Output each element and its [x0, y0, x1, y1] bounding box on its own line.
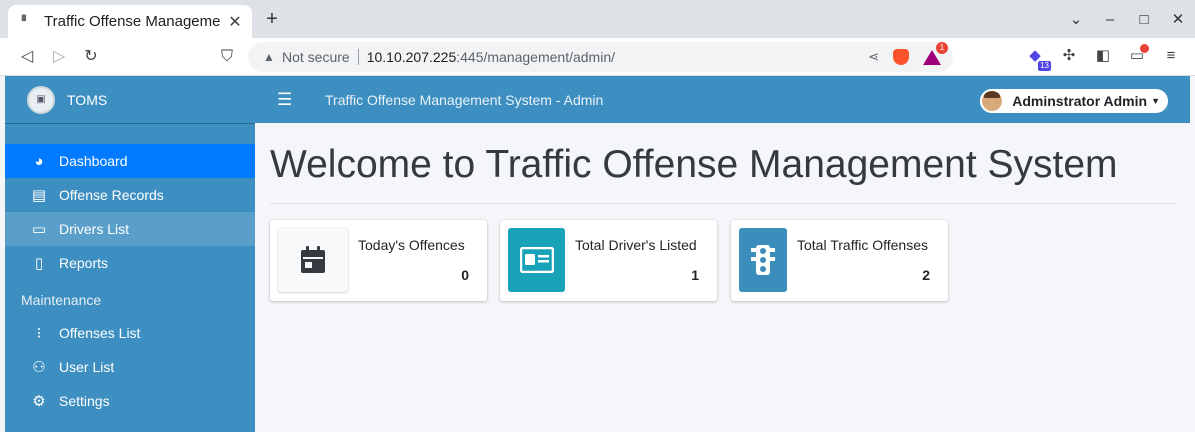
- sidebar-item-user-list[interactable]: ⚇ User List: [5, 350, 255, 384]
- brave-rewards-icon[interactable]: 1: [923, 41, 948, 65]
- sidebar-item-label: Settings: [59, 393, 110, 409]
- window-controls: ⌄ – □ ✕: [1059, 0, 1195, 38]
- id-card-icon: [519, 247, 554, 273]
- caret-down-icon: ▼: [1151, 96, 1160, 106]
- sidebar-item-reports[interactable]: ▯ Reports: [5, 246, 255, 280]
- url-divider: [357, 49, 359, 65]
- info-box-number: 1: [691, 267, 699, 283]
- sidebar-nav: ◕ Dashboard ▤ Offense Records ▭ Drivers …: [5, 124, 255, 418]
- sidebar-section-header: Maintenance: [21, 292, 102, 308]
- sidebar-item-offense-records[interactable]: ▤ Offense Records: [5, 178, 255, 212]
- info-box-number: 0: [461, 267, 469, 283]
- browser-toolbar: ◁ ▷ ↻ ⛉ ▲ Not secure 10.10.207.225:445/m…: [0, 38, 1195, 76]
- address-bar[interactable]: ▲ Not secure 10.10.207.225:445/managemen…: [248, 41, 953, 72]
- forward-icon[interactable]: ▷: [48, 46, 70, 68]
- sidebar-item-label: Offense Records: [59, 187, 164, 203]
- back-icon[interactable]: ◁: [16, 46, 38, 68]
- sidebar-item-label: Dashboard: [59, 153, 128, 169]
- browser-tab-bar: ▘ Traffic Offense Manageme ✕ + ⌄ – □ ✕: [0, 0, 1195, 38]
- divider: [270, 203, 1177, 204]
- system-title: Traffic Offense Management System - Admi…: [325, 91, 604, 108]
- avatar: [980, 89, 1005, 113]
- traffic-light-icon: [751, 245, 775, 275]
- extension-icon[interactable]: ◆ 13: [1025, 46, 1051, 71]
- maximize-icon[interactable]: □: [1127, 11, 1161, 28]
- file-icon: ▯: [34, 255, 44, 272]
- url-host: 10.10.207.225: [366, 49, 457, 65]
- info-box-label: Total Driver's Listed: [575, 237, 697, 253]
- sidebar-toggle-icon[interactable]: ◧: [1093, 46, 1113, 66]
- new-tab-button[interactable]: +: [262, 8, 282, 31]
- brand-text: TOMS: [67, 91, 108, 108]
- calendar-icon: [301, 246, 325, 273]
- security-label[interactable]: Not secure: [282, 49, 350, 65]
- info-box-label: Today's Offences: [358, 237, 465, 253]
- sidebar-item-label: Drivers List: [59, 221, 130, 237]
- info-box-icon: [508, 228, 565, 292]
- bookmark-icon[interactable]: ⛉: [216, 46, 238, 68]
- sidebar-item-dashboard[interactable]: ◕ Dashboard: [5, 144, 255, 178]
- users-icon: ⚇: [32, 359, 46, 376]
- file-icon: ▤: [31, 187, 47, 204]
- omnibox-actions: ⋖ 1: [868, 41, 948, 72]
- id-card-icon: ▭: [31, 221, 47, 238]
- warning-icon[interactable]: ▲: [262, 50, 276, 64]
- share-icon[interactable]: ⋖: [868, 49, 879, 65]
- rewards-badge: 1: [936, 41, 948, 54]
- tab-search-icon[interactable]: ⌄: [1059, 10, 1093, 28]
- brand-link[interactable]: ▣ TOMS: [5, 76, 255, 124]
- cogs-icon: ⚙: [32, 393, 46, 410]
- info-box-icon: [739, 228, 787, 292]
- sidebar-item-drivers-list[interactable]: ▭ Drivers List: [5, 212, 255, 246]
- page-favicon-icon: ▘: [21, 16, 31, 28]
- wallet-icon[interactable]: ▭: [1127, 44, 1149, 66]
- wallet-badge: [1140, 44, 1149, 53]
- info-box-todays-offences: Today's Offences 0: [270, 220, 487, 301]
- reload-icon[interactable]: ↻: [80, 46, 102, 68]
- info-box-icon: [278, 228, 348, 292]
- info-box-number: 2: [922, 267, 930, 283]
- sidebar: ▣ TOMS ◕ Dashboard ▤ Offense Records ▭ D…: [5, 76, 255, 432]
- top-navbar: ☰ Traffic Offense Management System - Ad…: [255, 76, 1190, 123]
- user-menu-dropdown[interactable]: Adminstrator Admin ▼: [980, 89, 1168, 113]
- puzzle-icon[interactable]: ✣: [1059, 46, 1079, 66]
- info-box-total-offenses: Total Traffic Offenses 2: [731, 220, 948, 301]
- close-tab-icon[interactable]: ✕: [226, 12, 244, 32]
- menu-icon[interactable]: ≡: [1161, 46, 1181, 66]
- main-content: Welcome to Traffic Offense Management Sy…: [255, 123, 1190, 432]
- brave-shields-icon[interactable]: [893, 49, 909, 65]
- page-title: Welcome to Traffic Offense Management Sy…: [270, 143, 1118, 186]
- extension-badge: 13: [1038, 61, 1051, 71]
- user-name: Adminstrator Admin: [1012, 93, 1148, 109]
- tachometer-icon: ◕: [34, 152, 44, 170]
- brand-logo-icon: ▣: [27, 85, 55, 114]
- browser-tab[interactable]: ▘ Traffic Offense Manageme ✕: [8, 5, 252, 38]
- sidebar-item-label: Reports: [59, 255, 109, 271]
- tab-title: Traffic Offense Manageme: [44, 13, 221, 30]
- close-window-icon[interactable]: ✕: [1161, 10, 1195, 28]
- info-box-total-drivers: Total Driver's Listed 1: [500, 220, 717, 301]
- sidebar-item-settings[interactable]: ⚙ Settings: [5, 384, 255, 418]
- hamburger-menu-icon[interactable]: ☰: [277, 90, 293, 110]
- extensions-area: ◆ 13 ✣ ◧ ▭ ≡: [1025, 44, 1181, 71]
- traffic-light-icon: ⁝: [36, 325, 42, 342]
- sidebar-item-offenses-list[interactable]: ⁝ Offenses List: [5, 316, 255, 350]
- url-path: :445/management/admin/: [456, 49, 615, 65]
- sidebar-item-label: User List: [59, 359, 115, 375]
- minimize-icon[interactable]: –: [1093, 11, 1127, 28]
- info-box-label: Total Traffic Offenses: [797, 237, 928, 253]
- sidebar-item-label: Offenses List: [59, 325, 141, 341]
